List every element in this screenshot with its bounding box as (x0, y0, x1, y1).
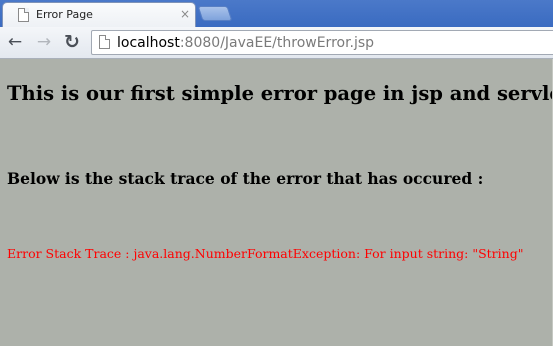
url-host: localhost (117, 35, 180, 51)
tab-error-page[interactable]: Error Page × (2, 2, 196, 27)
back-arrow-icon[interactable]: ← (4, 31, 26, 53)
page-icon (99, 35, 110, 49)
url-path: :8080/JavaEE/throwError.jsp (179, 35, 375, 51)
browser-window: Error Page × ← → ↻ localhost:8080/JavaEE… (0, 0, 553, 346)
browser-toolbar: ← → ↻ localhost:8080/JavaEE/throwError.j… (0, 27, 553, 59)
url-text[interactable]: localhost:8080/JavaEE/throwError.jsp (117, 34, 374, 52)
address-bar[interactable]: localhost:8080/JavaEE/throwError.jsp (91, 30, 553, 55)
forward-arrow-icon[interactable]: → (33, 31, 55, 53)
page-content: This is our first simple error page in j… (0, 59, 553, 346)
stack-trace-heading: Below is the stack trace of the error th… (7, 169, 484, 188)
close-icon[interactable]: × (180, 7, 190, 21)
new-tab-button[interactable] (197, 6, 233, 21)
reload-icon[interactable]: ↻ (61, 31, 83, 53)
tab-title: Error Page (36, 8, 93, 21)
page-heading: This is our first simple error page in j… (7, 82, 553, 105)
tab-strip: Error Page × (0, 0, 553, 27)
error-stack-trace: Error Stack Trace : java.lang.NumberForm… (7, 246, 524, 261)
page-icon (18, 8, 29, 22)
